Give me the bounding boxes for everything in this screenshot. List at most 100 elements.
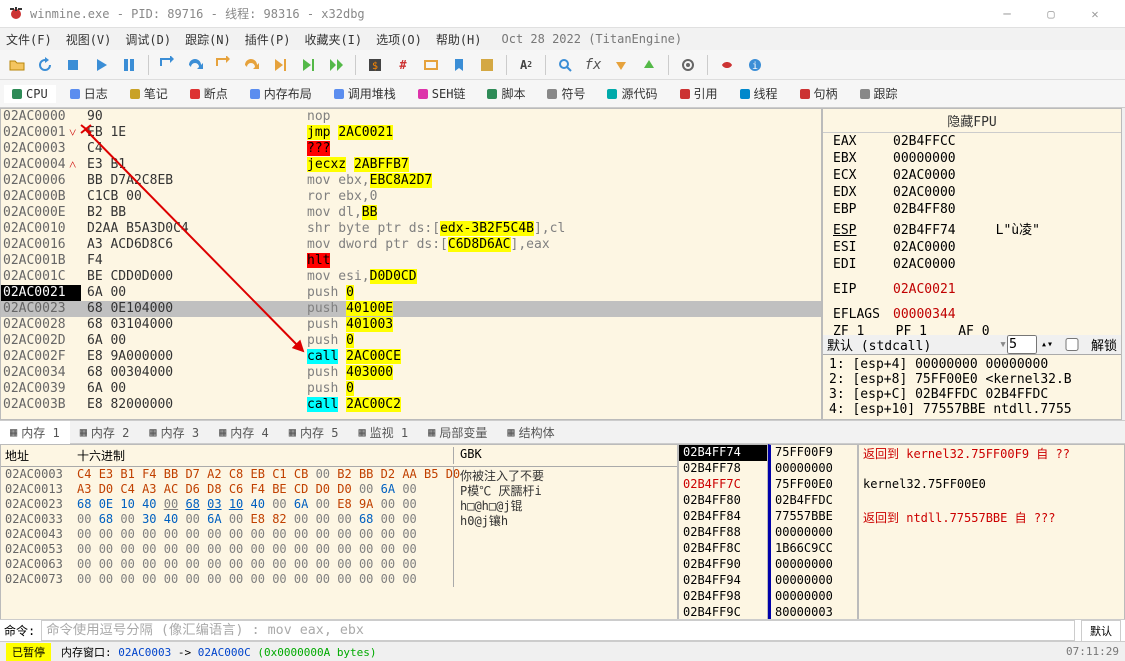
bookmarks-icon[interactable] [446, 53, 472, 77]
pause-icon[interactable] [116, 53, 142, 77]
about-icon[interactable]: i [742, 53, 768, 77]
command-default[interactable]: 默认 [1081, 620, 1121, 642]
stack-value[interactable]: 75FF00F9 [771, 445, 857, 461]
view-tab[interactable]: 调用堆栈 [326, 83, 404, 104]
stack-addr[interactable]: 02B4FF7C [679, 477, 767, 493]
stack-addr[interactable]: 02B4FF74 [679, 445, 767, 461]
view-tab[interactable]: CPU [4, 85, 56, 103]
menu-item[interactable]: 帮助(H) [436, 31, 482, 48]
dump-tab[interactable]: ▦局部变量 [418, 421, 497, 444]
dump-tab[interactable]: ▦内存 5 [279, 421, 349, 444]
minimize-button[interactable]: ─ [985, 0, 1029, 28]
eflags-value[interactable]: 00000344 [893, 307, 956, 322]
disasm-row[interactable]: 02AC001BF4hlt [1, 253, 821, 269]
view-tab[interactable]: 断点 [182, 83, 236, 104]
dump-tab[interactable]: ▦监视 1 [348, 421, 418, 444]
view-tab[interactable]: 脚本 [479, 83, 533, 104]
disasm-row[interactable]: 02AC003BE8 82000000call 2AC00C2 [1, 397, 821, 413]
disasm-row[interactable]: 02AC002368 0E104000push 40100E [1, 301, 821, 317]
register-row[interactable]: EDI02AC0000 [823, 256, 1121, 273]
menu-item[interactable]: 跟踪(N) [185, 31, 231, 48]
dump-tab[interactable]: ▦结构体 [497, 421, 564, 444]
register-row[interactable]: ESI02AC0000 [823, 239, 1121, 256]
view-tab[interactable]: 跟踪 [852, 83, 906, 104]
register-row[interactable]: EDX02AC0000 [823, 184, 1121, 201]
settings-icon[interactable] [675, 53, 701, 77]
menu-item[interactable]: 插件(P) [245, 31, 291, 48]
close-button[interactable]: ✕ [1073, 0, 1117, 28]
stack-value[interactable]: 02B4FFDC [771, 493, 857, 509]
stack-value[interactable]: 75FF00E0 [771, 477, 857, 493]
view-tab[interactable]: 符号 [539, 83, 593, 104]
disasm-row[interactable]: 02AC002D6A 00push 0 [1, 333, 821, 349]
dump-row[interactable]: 02AC0003C4 E3 B1 F4 BB D7 A2 C8 EB C1 CB… [1, 467, 677, 482]
stack-view[interactable]: 02B4FF7402B4FF7802B4FF7C02B4FF8002B4FF84… [678, 444, 1125, 624]
disasm-row[interactable]: 02AC002FE8 9A000000call 2AC00CE [1, 349, 821, 365]
param-count[interactable] [1007, 335, 1037, 354]
menu-item[interactable]: 文件(F) [6, 31, 52, 48]
stack-addr[interactable]: 02B4FF88 [679, 525, 767, 541]
register-row[interactable]: ECX02AC0000 [823, 167, 1121, 184]
functions-icon[interactable] [474, 53, 500, 77]
disasm-row[interactable]: 02AC0004˄E3 B1jecxz 2ABFFB7 [1, 157, 821, 173]
labels-icon[interactable] [418, 53, 444, 77]
register-row[interactable]: ESP02B4FF74L"ù凌" [823, 218, 1121, 239]
dump-row[interactable]: 02AC007300 00 00 00 00 00 00 00 00 00 00… [1, 572, 677, 587]
dump-row[interactable]: 02AC004300 00 00 00 00 00 00 00 00 00 00… [1, 527, 677, 542]
stack-addr[interactable]: 02B4FF98 [679, 589, 767, 605]
dump-tab[interactable]: ▦内存 2 [70, 421, 140, 444]
register-row[interactable]: EBP02B4FF80 [823, 201, 1121, 218]
menu-item[interactable]: 视图(V) [66, 31, 112, 48]
fx-icon[interactable]: fx [580, 53, 606, 77]
step-into-icon[interactable] [155, 53, 181, 77]
stack-value[interactable]: 00000000 [771, 525, 857, 541]
disasm-row[interactable]: 02AC003468 00304000push 403000 [1, 365, 821, 381]
lock-checkbox[interactable] [1057, 338, 1087, 351]
text-icon[interactable]: A2 [513, 53, 539, 77]
run-to-icon[interactable] [267, 53, 293, 77]
callconv-select[interactable]: 默认 (stdcall) [827, 335, 999, 354]
stack-value[interactable]: 77557BBE [771, 509, 857, 525]
stack-value[interactable]: 1B66C9CC [771, 541, 857, 557]
view-tab[interactable]: 线程 [732, 83, 786, 104]
dump-row[interactable]: 02AC0013A3 D0 C4 A3 AC D6 D8 C6 F4 BE CD… [1, 482, 677, 497]
view-tab[interactable]: 引用 [672, 83, 726, 104]
disasm-row[interactable]: 02AC002868 03104000push 401003 [1, 317, 821, 333]
view-tab[interactable]: 源代码 [599, 83, 665, 104]
search-icon[interactable] [552, 53, 578, 77]
status-addr1[interactable]: 02AC0003 [118, 646, 171, 659]
view-tab[interactable]: 内存布局 [242, 83, 320, 104]
disasm-row[interactable]: 02AC000BC1CB 00ror ebx,0 [1, 189, 821, 205]
disasm-row[interactable]: 02AC00216A 00push 0 [1, 285, 821, 301]
dump-tab[interactable]: ▦内存 4 [209, 421, 279, 444]
stack-value[interactable]: 00000000 [771, 557, 857, 573]
stack-value[interactable]: 00000000 [771, 573, 857, 589]
stack-addr[interactable]: 02B4FF8C [679, 541, 767, 557]
status-addr2[interactable]: 02AC000C [198, 646, 251, 659]
command-input[interactable] [41, 620, 1075, 641]
stack-value[interactable]: 00000000 [771, 589, 857, 605]
patches-icon[interactable]: $ [362, 53, 388, 77]
disasm-row[interactable]: 02AC0001˅EB 1Ejmp 2AC0021 [1, 125, 821, 141]
step-over-icon[interactable] [183, 53, 209, 77]
stop-icon[interactable] [60, 53, 86, 77]
step-out-icon[interactable] [211, 53, 237, 77]
disasm-row[interactable]: 02AC0010D2AA B5A3D0C4shr byte ptr ds:[ed… [1, 221, 821, 237]
disasm-row[interactable]: 02AC000EB2 BBmov dl,BB [1, 205, 821, 221]
view-tab[interactable]: 日志 [62, 83, 116, 104]
view-tab[interactable]: SEH链 [410, 83, 474, 104]
dump-row[interactable]: 02AC003300 68 00 30 40 00 6A 00 E8 82 00… [1, 512, 677, 527]
register-row[interactable]: EBX00000000 [823, 150, 1121, 167]
stack-addr[interactable]: 02B4FF78 [679, 461, 767, 477]
view-tab[interactable]: 笔记 [122, 83, 176, 104]
register-row[interactable]: EAX02B4FFCC [823, 133, 1121, 150]
run-icon[interactable] [88, 53, 114, 77]
stack-addr[interactable]: 02B4FF84 [679, 509, 767, 525]
down-icon[interactable] [608, 53, 634, 77]
dump-row[interactable]: 02AC006300 00 00 00 00 00 00 00 00 00 00… [1, 557, 677, 572]
trace-into-icon[interactable] [295, 53, 321, 77]
dump-tab[interactable]: ▦内存 1 [0, 421, 70, 444]
disasm-row[interactable]: 02AC00396A 00push 0 [1, 381, 821, 397]
stack-addr[interactable]: 02B4FF80 [679, 493, 767, 509]
maximize-button[interactable]: ▢ [1029, 0, 1073, 28]
